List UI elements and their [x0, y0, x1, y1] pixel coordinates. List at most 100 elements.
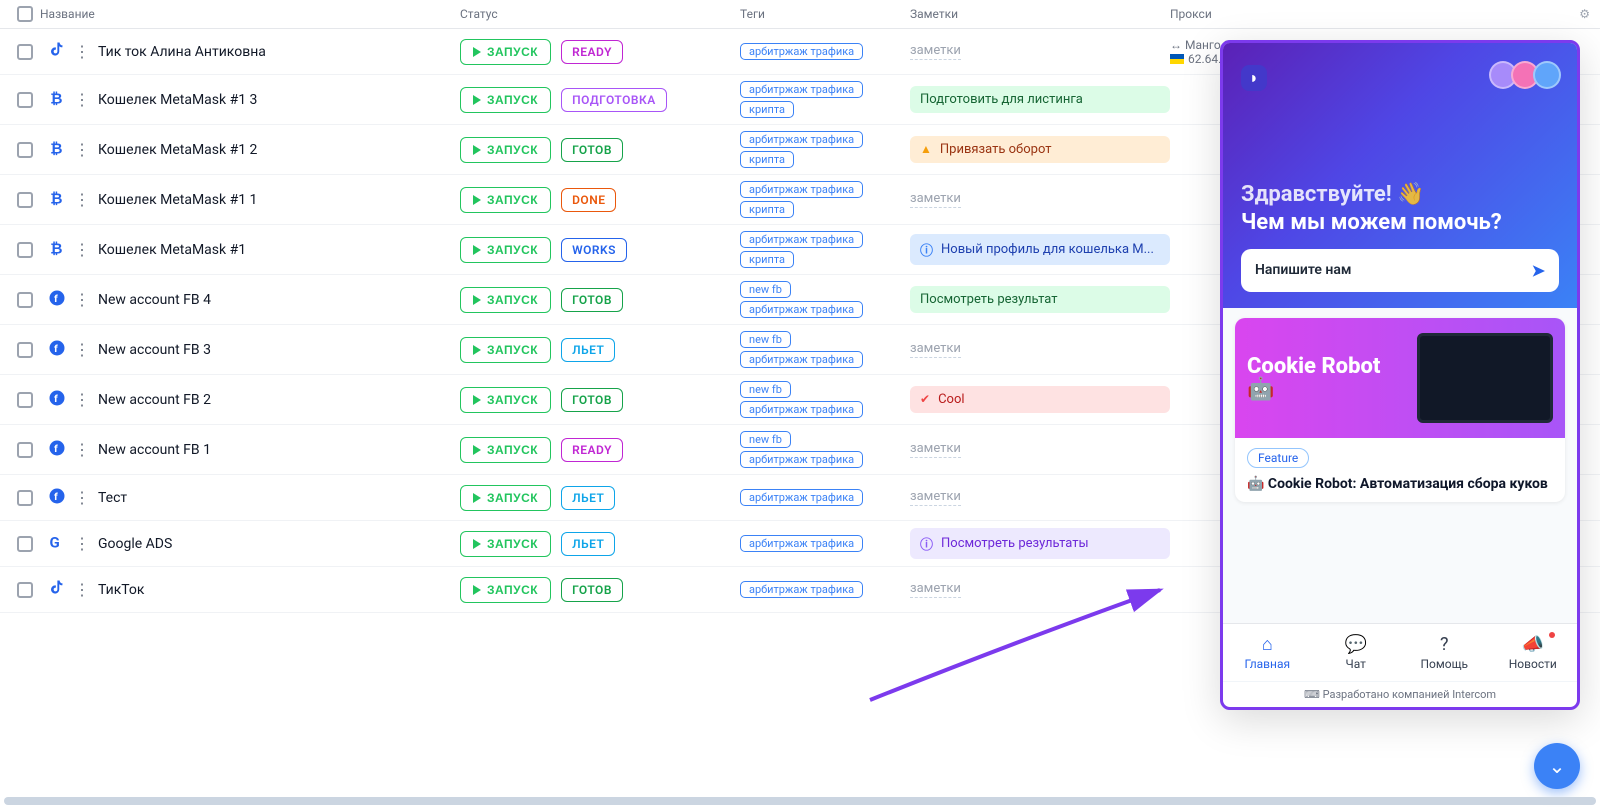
launch-button[interactable]: ЗАПУСК: [460, 531, 551, 557]
header-status[interactable]: Статус: [460, 7, 740, 21]
row-checkbox[interactable]: [17, 242, 33, 258]
status-badge[interactable]: ГОТОВ: [561, 288, 623, 312]
profile-name[interactable]: New account FB 4: [98, 292, 211, 308]
row-checkbox[interactable]: [17, 490, 33, 506]
profile-name[interactable]: New account FB 2: [98, 392, 211, 408]
header-tags[interactable]: Теги: [740, 7, 910, 21]
profile-name[interactable]: Тик ток Алина Антиковна: [98, 44, 266, 60]
row-checkbox[interactable]: [17, 92, 33, 108]
row-checkbox[interactable]: [17, 292, 33, 308]
tag[interactable]: арбитржаж трафика: [740, 181, 863, 198]
status-badge[interactable]: WORKS: [561, 238, 627, 262]
launch-button[interactable]: ЗАПУСК: [460, 87, 551, 113]
note-placeholder[interactable]: заметки: [910, 489, 961, 506]
profile-name[interactable]: Тест: [98, 490, 127, 506]
nav-home[interactable]: ⌂Главная: [1223, 624, 1312, 681]
launch-button[interactable]: ЗАПУСК: [460, 137, 551, 163]
status-badge[interactable]: ГОТОВ: [561, 388, 623, 412]
nav-help[interactable]: ?Помощь: [1400, 624, 1489, 681]
status-badge[interactable]: ГОТОВ: [561, 578, 623, 602]
note-cell[interactable]: Привязать оборот: [910, 136, 1170, 163]
profile-name[interactable]: Кошелек MetaMask #1: [98, 242, 246, 258]
horizontal-scrollbar[interactable]: [4, 797, 1596, 805]
chat-write-us-button[interactable]: Напишите нам ➤: [1241, 249, 1559, 292]
minimize-chat-button[interactable]: ⌄: [1534, 743, 1580, 789]
row-menu-icon[interactable]: ⋮: [74, 488, 90, 507]
row-checkbox[interactable]: [17, 582, 33, 598]
row-menu-icon[interactable]: ⋮: [74, 90, 90, 109]
profile-name[interactable]: New account FB 3: [98, 342, 211, 358]
row-checkbox[interactable]: [17, 442, 33, 458]
row-menu-icon[interactable]: ⋮: [74, 340, 90, 359]
note-placeholder[interactable]: заметки: [910, 191, 961, 208]
row-menu-icon[interactable]: ⋮: [74, 42, 90, 61]
chat-article-card[interactable]: Cookie Robot 🤖 Feature 🤖 Cookie Robot: А…: [1235, 318, 1565, 502]
status-badge[interactable]: ЛЬЕТ: [561, 532, 615, 556]
profile-name[interactable]: New account FB 1: [98, 442, 211, 458]
launch-button[interactable]: ЗАПУСК: [460, 187, 551, 213]
launch-button[interactable]: ЗАПУСК: [460, 577, 551, 603]
profile-name[interactable]: Кошелек MetaMask #1 1: [98, 192, 257, 208]
launch-button[interactable]: ЗАПУСК: [460, 437, 551, 463]
note-cell[interactable]: Новый профиль для кошелька М...: [910, 234, 1170, 265]
tag[interactable]: арбитржаж трафика: [740, 581, 863, 598]
select-all-checkbox[interactable]: [17, 6, 33, 22]
tag[interactable]: new fb: [740, 381, 791, 398]
row-checkbox[interactable]: [17, 392, 33, 408]
tag[interactable]: крипта: [740, 101, 794, 118]
row-checkbox[interactable]: [17, 536, 33, 552]
status-badge[interactable]: ПОДГОТОВКА: [561, 88, 667, 112]
note-placeholder[interactable]: заметки: [910, 581, 961, 598]
header-proxy[interactable]: Прокси: [1170, 7, 1560, 21]
status-badge[interactable]: READY: [561, 40, 623, 64]
note-cell[interactable]: Посмотреть результаты: [910, 528, 1170, 559]
row-menu-icon[interactable]: ⋮: [74, 440, 90, 459]
launch-button[interactable]: ЗАПУСК: [460, 237, 551, 263]
status-badge[interactable]: DONE: [561, 188, 616, 212]
profile-name[interactable]: Google ADS: [98, 536, 172, 552]
header-name[interactable]: Название: [40, 7, 460, 21]
tag[interactable]: арбитржаж трафика: [740, 301, 863, 318]
profile-name[interactable]: Кошелек MetaMask #1 2: [98, 142, 257, 158]
status-badge[interactable]: ЛЬЕТ: [561, 338, 615, 362]
note-placeholder[interactable]: заметки: [910, 441, 961, 458]
note-cell[interactable]: Подготовить для листинга: [910, 86, 1170, 113]
row-menu-icon[interactable]: ⋮: [74, 534, 90, 553]
row-checkbox[interactable]: [17, 142, 33, 158]
tag[interactable]: new fb: [740, 331, 791, 348]
tag[interactable]: арбитржаж трафика: [740, 81, 863, 98]
launch-button[interactable]: ЗАПУСК: [460, 39, 551, 65]
tag[interactable]: арбитржаж трафика: [740, 451, 863, 468]
note-cell[interactable]: Посмотреть результат: [910, 286, 1170, 313]
profile-name[interactable]: Кошелек MetaMask #1 3: [98, 92, 257, 108]
profile-name[interactable]: ТикТок: [98, 582, 144, 598]
note-placeholder[interactable]: заметки: [910, 43, 961, 60]
row-menu-icon[interactable]: ⋮: [74, 190, 90, 209]
tag[interactable]: крипта: [740, 151, 794, 168]
tag[interactable]: new fb: [740, 431, 791, 448]
status-badge[interactable]: ЛЬЕТ: [561, 486, 615, 510]
tag[interactable]: арбитржаж трафика: [740, 401, 863, 418]
nav-chat[interactable]: 💬Чат: [1312, 624, 1401, 681]
row-menu-icon[interactable]: ⋮: [74, 390, 90, 409]
columns-settings-icon[interactable]: ⚙: [1560, 7, 1590, 21]
tag[interactable]: new fb: [740, 281, 791, 298]
tag[interactable]: арбитржаж трафика: [740, 231, 863, 248]
tag[interactable]: арбитржаж трафика: [740, 351, 863, 368]
header-notes[interactable]: Заметки: [910, 7, 1170, 21]
row-menu-icon[interactable]: ⋮: [74, 290, 90, 309]
nav-news[interactable]: 📣Новости: [1489, 624, 1578, 681]
status-badge[interactable]: ГОТОВ: [561, 138, 623, 162]
note-cell[interactable]: Cool: [910, 386, 1170, 413]
tag[interactable]: крипта: [740, 251, 794, 268]
status-badge[interactable]: READY: [561, 438, 623, 462]
row-checkbox[interactable]: [17, 342, 33, 358]
row-checkbox[interactable]: [17, 192, 33, 208]
row-menu-icon[interactable]: ⋮: [74, 140, 90, 159]
tag[interactable]: арбитржаж трафика: [740, 43, 863, 60]
tag[interactable]: крипта: [740, 201, 794, 218]
tag[interactable]: арбитржаж трафика: [740, 535, 863, 552]
launch-button[interactable]: ЗАПУСК: [460, 387, 551, 413]
note-placeholder[interactable]: заметки: [910, 341, 961, 358]
launch-button[interactable]: ЗАПУСК: [460, 337, 551, 363]
